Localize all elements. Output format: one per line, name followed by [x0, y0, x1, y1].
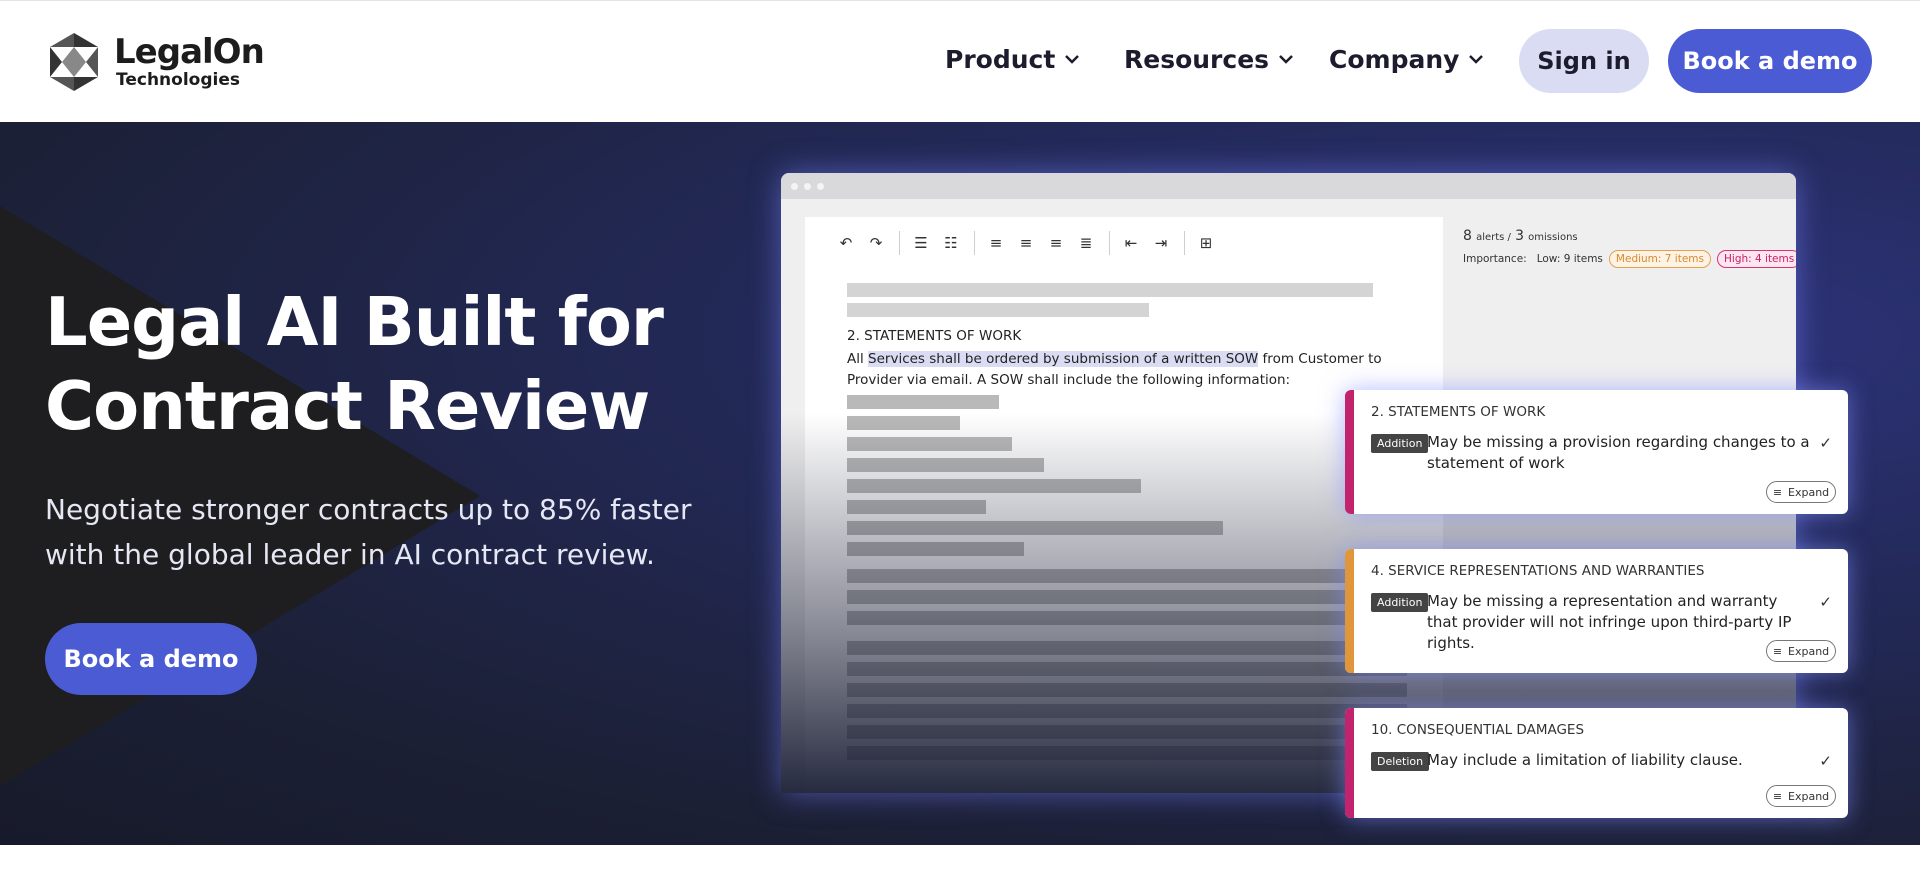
window-dot-icon	[817, 182, 824, 190]
window-dot-icon	[791, 182, 798, 190]
lines-icon: ≡	[1772, 789, 1783, 803]
placeholder-line	[847, 569, 1407, 583]
nav-resources-label: Resources	[1124, 45, 1270, 74]
window-titlebar	[781, 173, 1796, 199]
lines-icon: ≡	[1772, 644, 1783, 658]
doc-text-pre: All	[847, 351, 869, 367]
issue-card-title: 10. CONSEQUENTIAL DAMAGES	[1371, 722, 1585, 738]
lines-icon: ≡	[1772, 485, 1783, 499]
issue-tag-badge: Addition	[1371, 434, 1429, 453]
placeholder-line	[847, 704, 1407, 718]
placeholder-line	[847, 416, 960, 430]
issue-message: May be missing a representation and warr…	[1427, 592, 1792, 652]
placeholder-line	[847, 641, 1407, 655]
book-demo-hero-button[interactable]: Book a demo	[45, 623, 257, 695]
issue-card-title: 4. SERVICE REPRESENTATIONS AND WARRANTIE…	[1371, 563, 1705, 579]
site-header: LegalOn Technologies Product Resources C…	[0, 0, 1920, 122]
placeholder-line	[847, 500, 986, 514]
issue-card[interactable]: 10. CONSEQUENTIAL DAMAGES Deletion May i…	[1345, 708, 1848, 818]
expand-button[interactable]: ≡ Expand	[1766, 481, 1836, 503]
check-icon[interactable]: ✓	[1819, 434, 1832, 452]
insert-clause-icon[interactable]: ⊞	[1195, 233, 1217, 253]
issue-tag-badge: Addition	[1371, 593, 1429, 612]
severity-stripe	[1345, 390, 1354, 514]
check-icon[interactable]: ✓	[1819, 752, 1832, 770]
indent-icon[interactable]: ⇥	[1150, 233, 1172, 253]
issue-message: May be missing a provision regarding cha…	[1427, 433, 1810, 472]
nav-product[interactable]: Product	[945, 45, 1080, 74]
chevron-down-icon	[1065, 55, 1080, 64]
omissions-label: omissions	[1528, 232, 1578, 243]
placeholder-line	[847, 725, 1407, 739]
placeholder-line	[847, 746, 1407, 760]
expand-label: Expand	[1788, 485, 1830, 499]
numbered-list-icon[interactable]: ☷	[940, 233, 962, 253]
placeholder-line	[847, 611, 1407, 625]
align-left-icon[interactable]: ≡	[985, 233, 1007, 253]
placeholder-line	[847, 479, 1141, 493]
check-icon[interactable]: ✓	[1819, 593, 1832, 611]
align-right-icon[interactable]: ≡	[1045, 233, 1067, 253]
placeholder-line	[847, 395, 999, 409]
hero-subtitle-line-2: with the global leader in AI contract re…	[45, 538, 655, 571]
hero-subtitle-line-1: Negotiate stronger contracts up to 85% f…	[45, 493, 692, 526]
alerts-label: alerts /	[1476, 232, 1511, 243]
doc-paragraph: All Services shall be ordered by submiss…	[847, 349, 1437, 391]
chevron-down-icon	[1469, 55, 1484, 64]
expand-button[interactable]: ≡ Expand	[1766, 640, 1836, 662]
issue-tag-badge: Deletion	[1371, 752, 1430, 771]
placeholder-line	[847, 458, 1044, 472]
expand-label: Expand	[1788, 644, 1830, 658]
hero-title-line-1: Legal AI Built for	[45, 283, 664, 361]
omissions-count: 3	[1515, 228, 1524, 244]
placeholder-line	[847, 283, 1373, 297]
nav-resources[interactable]: Resources	[1124, 45, 1293, 74]
sign-in-button[interactable]: Sign in	[1519, 29, 1649, 93]
hero-subtitle: Negotiate stronger contracts up to 85% f…	[45, 487, 745, 577]
placeholder-line	[847, 521, 1223, 535]
issue-card-title: 2. STATEMENTS OF WORK	[1371, 404, 1546, 420]
redo-icon[interactable]: ↷	[865, 233, 887, 253]
issue-message: May include a limitation of liability cl…	[1427, 751, 1743, 769]
book-demo-header-button[interactable]: Book a demo	[1668, 29, 1872, 93]
nav-company[interactable]: Company	[1329, 45, 1484, 74]
align-center-icon[interactable]: ≡	[1015, 233, 1037, 253]
editor-toolbar: ↶ ↷ ☰ ☷ ≡ ≡ ≡ ≣ ⇤ ⇥ ⊞	[835, 231, 1225, 255]
high-badge[interactable]: High: 4 items	[1717, 250, 1796, 268]
logo[interactable]: LegalOn Technologies	[46, 31, 265, 93]
issue-card[interactable]: 2. STATEMENTS OF WORK Addition May be mi…	[1345, 390, 1848, 514]
nav-company-label: Company	[1329, 45, 1460, 74]
placeholder-line	[847, 303, 1149, 317]
issue-card[interactable]: 4. SERVICE REPRESENTATIONS AND WARRANTIE…	[1345, 549, 1848, 673]
placeholder-line	[847, 683, 1407, 697]
placeholder-line	[847, 542, 1024, 556]
alerts-count: 8	[1463, 228, 1472, 244]
placeholder-line	[847, 437, 1012, 451]
low-count[interactable]: Low: 9 items	[1537, 253, 1603, 265]
bullet-list-icon[interactable]: ☰	[910, 233, 932, 253]
doc-section-heading: 2. STATEMENTS OF WORK	[847, 328, 1022, 344]
hero-title: Legal AI Built for Contract Review	[45, 280, 745, 448]
window-dot-icon	[804, 182, 811, 190]
placeholder-line	[847, 590, 1407, 604]
severity-stripe	[1345, 549, 1354, 673]
placeholder-line	[847, 662, 1407, 676]
hero-title-line-2: Contract Review	[45, 367, 650, 445]
severity-stripe	[1345, 708, 1354, 818]
chevron-down-icon	[1279, 55, 1293, 64]
undo-icon[interactable]: ↶	[835, 233, 857, 253]
expand-button[interactable]: ≡ Expand	[1766, 785, 1836, 807]
outdent-icon[interactable]: ⇤	[1120, 233, 1142, 253]
importance-label: Importance:	[1463, 253, 1527, 265]
logo-subtitle: Technologies	[116, 70, 240, 90]
hero-section: Legal AI Built for Contract Review Negot…	[0, 122, 1920, 845]
alerts-summary: 8 alerts / 3 omissions Importance: Low: …	[1463, 228, 1796, 268]
align-justify-icon[interactable]: ≣	[1075, 233, 1097, 253]
legalon-logo-icon	[50, 33, 98, 91]
medium-badge[interactable]: Medium: 7 items	[1608, 250, 1711, 268]
doc-text-highlight[interactable]: Services shall be ordered by submission …	[868, 351, 1259, 367]
nav-product-label: Product	[945, 45, 1056, 74]
logo-name: LegalOn	[114, 32, 265, 72]
expand-label: Expand	[1788, 789, 1830, 803]
